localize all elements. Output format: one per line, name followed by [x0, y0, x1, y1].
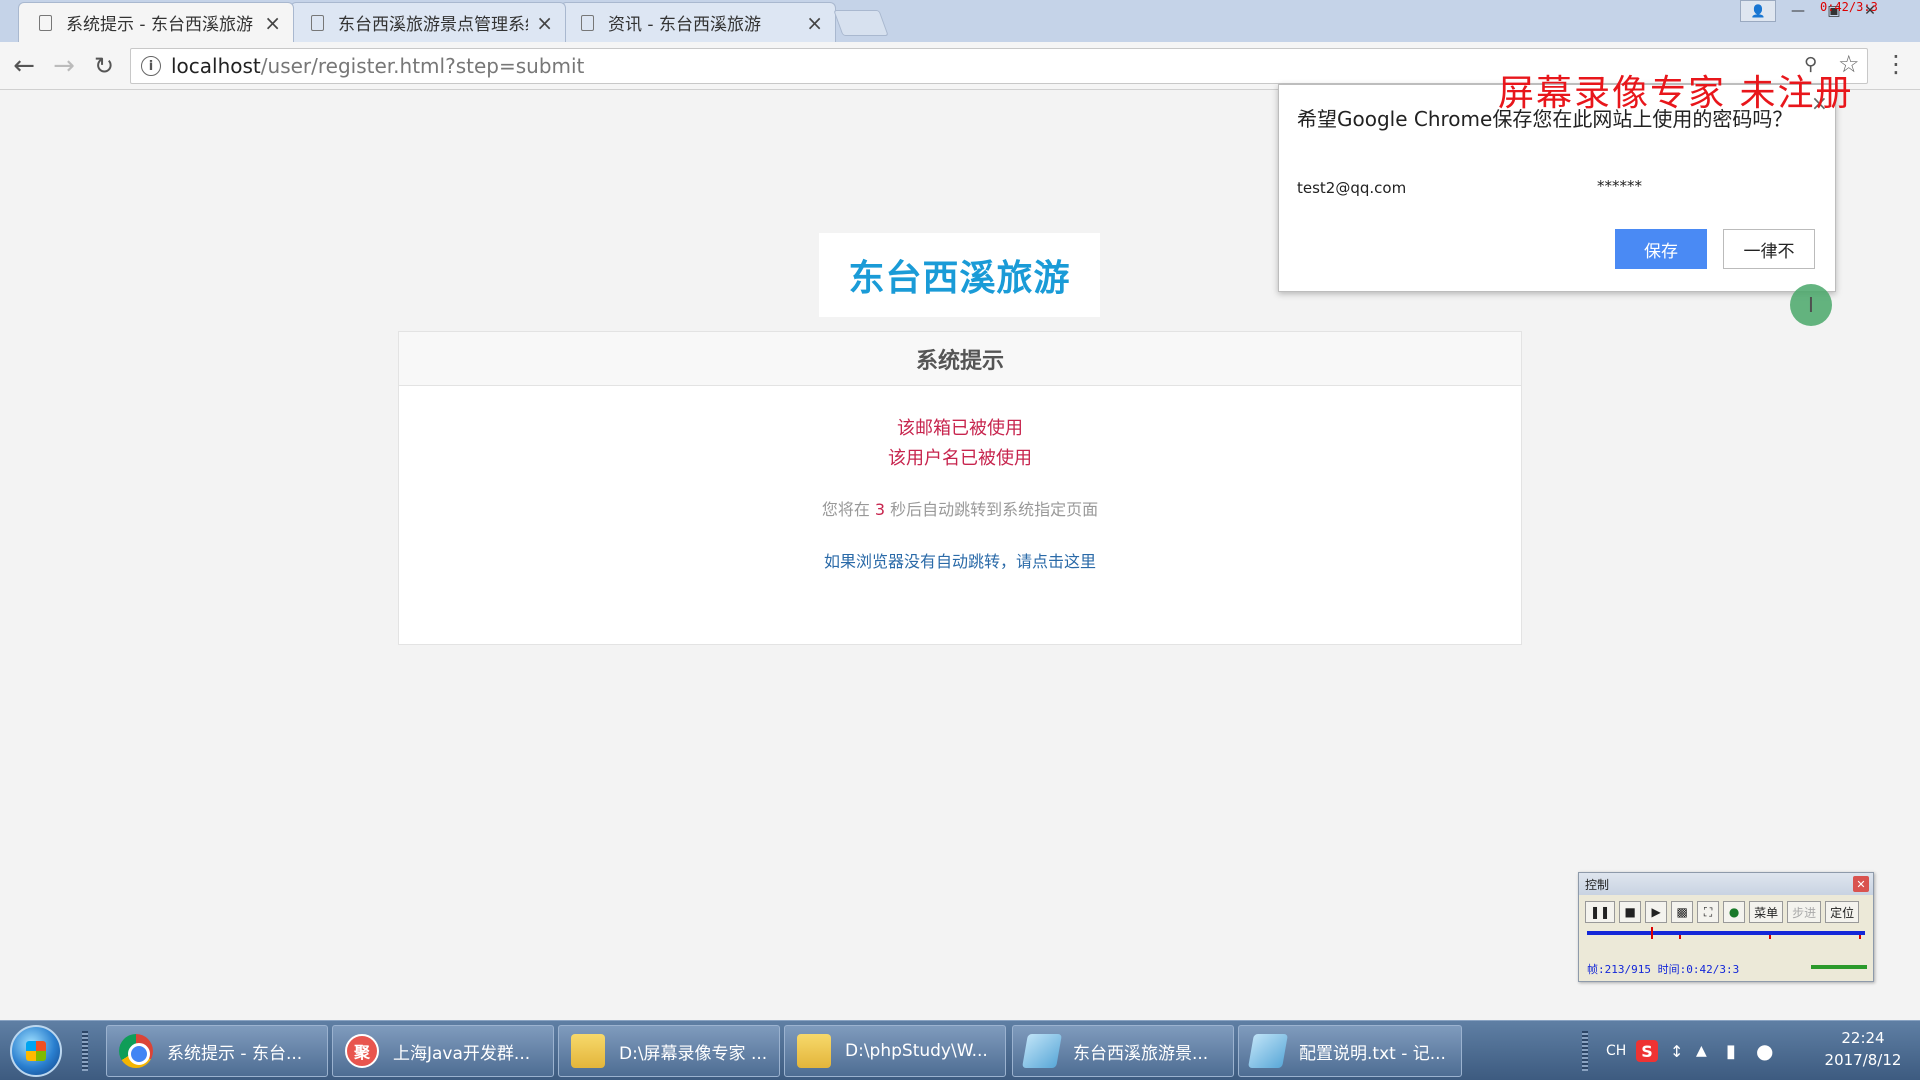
- system-message-panel: 系统提示 该邮箱已被使用 该用户名已被使用 您将在 3 秒后自动跳转到系统指定页…: [398, 331, 1522, 645]
- taskbar-item-label: 系统提示 - 东台...: [167, 1043, 303, 1064]
- url-host: localhost: [171, 54, 261, 78]
- countdown-seconds: 3: [874, 500, 886, 519]
- error-message: 该用户名已被使用: [888, 448, 1032, 469]
- playback-slider[interactable]: [1587, 927, 1865, 939]
- save-password-button[interactable]: 保存: [1615, 229, 1707, 269]
- taskbar-item-notepad[interactable]: 配置说明.txt - 记...: [1238, 1025, 1462, 1077]
- close-icon[interactable]: ✕: [1853, 876, 1869, 892]
- recorder-title-text: 控制: [1585, 877, 1610, 892]
- reload-icon[interactable]: ↻: [88, 50, 120, 82]
- profile-icon[interactable]: 👤: [1740, 0, 1776, 22]
- show-hidden-icons[interactable]: ▲: [1696, 1021, 1707, 1080]
- panel-title: 系统提示: [399, 332, 1521, 386]
- taskbar-item-label: D:\屏幕录像专家 ...: [619, 1043, 768, 1064]
- close-icon[interactable]: ×: [806, 11, 823, 35]
- taskbar-item-chrome[interactable]: 系统提示 - 东台...: [106, 1025, 328, 1077]
- mouse-cursor-highlight: I: [1790, 284, 1832, 326]
- forward-icon[interactable]: →: [48, 50, 80, 82]
- sogou-input-icon[interactable]: S: [1636, 1021, 1658, 1080]
- folder-icon: [797, 1034, 831, 1068]
- notepad-icon: [1022, 1034, 1062, 1068]
- start-button[interactable]: [10, 1025, 62, 1077]
- folder-icon: [571, 1034, 605, 1068]
- clock[interactable]: 22:24 2017/8/12: [1818, 1027, 1908, 1071]
- taskbar-item-label: 配置说明.txt - 记...: [1299, 1043, 1446, 1064]
- menu-button[interactable]: 菜单: [1749, 901, 1784, 923]
- page-icon: [39, 14, 52, 31]
- never-save-button[interactable]: 一律不: [1723, 229, 1815, 269]
- countdown-prefix: 您将在: [821, 500, 875, 519]
- notepad-icon: [1248, 1034, 1288, 1068]
- taskbar-grip[interactable]: [1582, 1031, 1588, 1071]
- redirect-link[interactable]: 如果浏览器没有自动跳转，请点击这里: [399, 548, 1521, 572]
- back-icon[interactable]: ←: [8, 50, 40, 82]
- recorder-watermark: 屏幕录像专家 未注册: [1498, 73, 1854, 114]
- taskbar-item-folder[interactable]: D:\phpStudy\W...: [784, 1025, 1006, 1077]
- tab-inactive-2[interactable]: 资讯 - 东台西溪旅游 ×: [560, 2, 836, 42]
- screen-icon[interactable]: ▩: [1671, 901, 1694, 923]
- clock-time: 22:24: [1841, 1029, 1885, 1047]
- taskbar-item-label: 上海Java开发群...: [393, 1043, 531, 1064]
- marker-tick: [1679, 935, 1681, 939]
- recorder-buttons: ❚❚ ■ ▶ ▩ ⛶ ● 菜单 步进 定位: [1579, 895, 1873, 923]
- frame-time-info: 帧:213/915 时间:0:42/3:3: [1587, 963, 1740, 976]
- menu-icon[interactable]: ⋮: [1884, 50, 1908, 78]
- error-message: 该邮箱已被使用: [897, 418, 1023, 439]
- error-list: 该邮箱已被使用 该用户名已被使用: [399, 414, 1521, 474]
- fullscreen-icon[interactable]: ⛶: [1697, 901, 1720, 923]
- marker-tick: [1769, 935, 1771, 939]
- tab-title: 东台西溪旅游景点管理系统: [338, 15, 529, 35]
- taskbar-item-notepad[interactable]: 东台西溪旅游景...: [1012, 1025, 1234, 1077]
- tab-title: 系统提示 - 东台西溪旅游: [66, 15, 253, 35]
- recorder-title[interactable]: 控制 ✕: [1579, 873, 1873, 895]
- new-tab-button[interactable]: [833, 10, 889, 36]
- signal-icon[interactable]: ▮: [1726, 1021, 1736, 1080]
- page-icon: [311, 14, 324, 31]
- ime-indicator[interactable]: CH: [1606, 1021, 1626, 1080]
- taskbar-item-label: 东台西溪旅游景...: [1073, 1043, 1209, 1064]
- chrome-icon: [119, 1034, 153, 1068]
- volume-slider[interactable]: [1811, 965, 1867, 969]
- locate-button[interactable]: 定位: [1825, 901, 1860, 923]
- playback-position[interactable]: [1651, 927, 1653, 939]
- step-button[interactable]: 步进: [1787, 901, 1822, 923]
- close-icon[interactable]: ×: [264, 11, 281, 35]
- tab-strip: 资讯 - 东台西溪旅游 × 东台西溪旅游景点管理系统 × 系统提示 - 东台西溪…: [0, 0, 1920, 42]
- tab-title: 资讯 - 东台西溪旅游: [608, 15, 761, 35]
- url-path: /user/register.html?step=submit: [260, 54, 585, 78]
- taskbar-item-folder[interactable]: D:\屏幕录像专家 ...: [558, 1025, 780, 1077]
- taskbar-item-chat[interactable]: 聚 上海Java开发群...: [332, 1025, 554, 1077]
- pause-icon[interactable]: ❚❚: [1585, 901, 1616, 923]
- site-logo[interactable]: 东台西溪旅游: [819, 233, 1100, 317]
- close-icon[interactable]: ×: [536, 11, 553, 35]
- saved-password: ******: [1597, 177, 1642, 195]
- info-icon[interactable]: i: [141, 56, 161, 76]
- recording-time: 0:42/3:3: [1820, 0, 1878, 14]
- countdown-suffix: 秒后自动跳转到系统指定页面: [885, 500, 1099, 519]
- taskbar-item-label: D:\phpStudy\W...: [845, 1041, 988, 1061]
- saved-username: test2@qq.com: [1297, 179, 1407, 197]
- page-icon: [581, 14, 594, 31]
- stop-icon[interactable]: ■: [1619, 901, 1642, 923]
- tab-inactive-1[interactable]: 东台西溪旅游景点管理系统 ×: [290, 2, 566, 42]
- next-frame-icon[interactable]: ▶: [1645, 901, 1668, 923]
- clock-date: 2017/8/12: [1824, 1051, 1902, 1069]
- recorder-control-window: 控制 ✕ ❚❚ ■ ▶ ▩ ⛶ ● 菜单 步进 定位 帧:213/915 时间:…: [1578, 872, 1874, 982]
- globe-icon[interactable]: ●: [1723, 901, 1746, 923]
- qq-icon[interactable]: ●: [1756, 1021, 1773, 1080]
- countdown-text: 您将在 3 秒后自动跳转到系统指定页面: [399, 496, 1521, 520]
- chat-icon: 聚: [345, 1034, 379, 1068]
- minimize-icon[interactable]: —: [1780, 0, 1816, 22]
- marker-tick: [1859, 935, 1861, 939]
- network-settings-icon[interactable]: ↕: [1670, 1021, 1683, 1080]
- taskbar: 系统提示 - 东台... 聚 上海Java开发群... D:\屏幕录像专家 ..…: [0, 1020, 1920, 1080]
- tab-active[interactable]: 系统提示 - 东台西溪旅游 ×: [18, 2, 294, 42]
- taskbar-grip[interactable]: [82, 1031, 88, 1071]
- logo-text: 东台西溪旅游: [848, 258, 1071, 299]
